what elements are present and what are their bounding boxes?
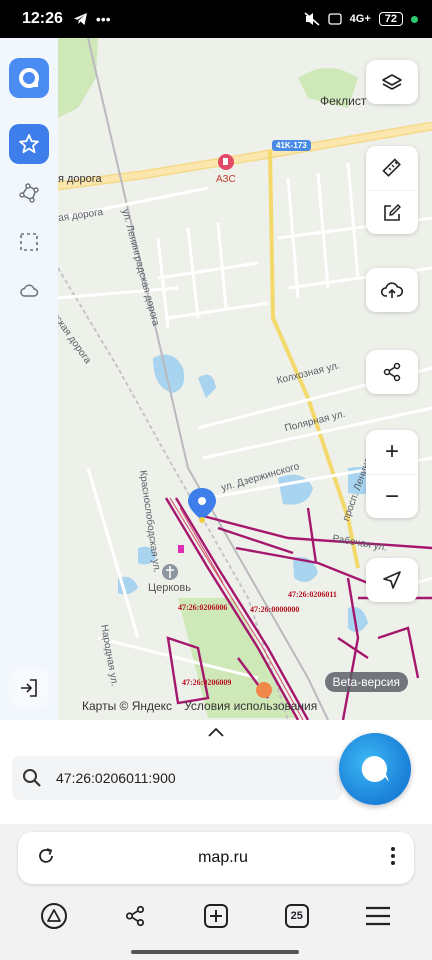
mute-icon (304, 12, 320, 26)
status-time: 12:26 (22, 10, 63, 27)
browser-nav: 25 (0, 898, 432, 934)
logout-icon (21, 679, 37, 697)
cloud-icon (20, 284, 39, 297)
layers-button[interactable] (366, 60, 418, 104)
locate-control (366, 558, 418, 602)
share-control (366, 350, 418, 394)
tools-control (366, 146, 418, 234)
share-icon (383, 362, 401, 382)
alice-button[interactable] (34, 898, 74, 934)
terms-link[interactable]: Условия использования (184, 699, 317, 713)
privacy-dot (411, 15, 418, 23)
sidebar (0, 38, 58, 720)
browser-menu-button[interactable] (390, 846, 396, 871)
upload-icon (380, 282, 404, 298)
home-indicator[interactable] (131, 950, 299, 954)
beta-badge: Beta-версия (324, 672, 408, 692)
logout-button[interactable] (9, 668, 49, 708)
search-icon (23, 769, 41, 787)
tabs-count: 25 (284, 904, 309, 928)
ruler-icon (382, 158, 401, 177)
battery-indicator: 72 (378, 12, 403, 26)
map-attribution: Карты © Яндекс Условия использования (82, 699, 317, 713)
sidebar-item-cloud[interactable] (9, 271, 49, 311)
zoom-out-button[interactable]: − (366, 474, 418, 518)
url-text[interactable]: map.ru (56, 849, 390, 867)
share-icon (126, 905, 145, 927)
polygon-icon (19, 183, 39, 203)
upload-button[interactable] (366, 268, 418, 312)
plus-square-icon (203, 904, 228, 928)
share-button[interactable] (366, 350, 418, 394)
dashed-square-icon (20, 233, 38, 251)
new-tab-button[interactable] (196, 898, 236, 934)
layers-icon (382, 74, 402, 90)
sidebar-item-favorites[interactable] (9, 124, 49, 164)
cadastral-label-3: 47:26:0000000 (250, 605, 300, 614)
zoom-control: + − (366, 430, 418, 518)
status-bar: 12:26 ••• 4G+ 72 (0, 0, 432, 38)
expand-sheet-button[interactable] (204, 726, 228, 742)
locate-icon (383, 571, 401, 589)
locate-button[interactable] (366, 558, 418, 602)
upload-control (366, 268, 418, 312)
browser-chrome: map.ru 25 (0, 824, 432, 960)
road-number-badge: 41K-173 (272, 140, 311, 151)
address-bar[interactable]: map.ru (18, 832, 414, 884)
chevron-up-icon (208, 727, 224, 737)
sidebar-item-selection[interactable] (9, 222, 49, 262)
chat-bubble-icon (361, 755, 389, 782)
edit-button[interactable] (366, 190, 418, 234)
logo-icon (19, 68, 39, 88)
layers-control[interactable] (366, 60, 418, 104)
search-input[interactable] (56, 770, 296, 786)
share-page-button[interactable] (115, 898, 155, 934)
alice-icon (41, 903, 68, 929)
kebab-menu-icon (391, 846, 395, 865)
more-notifications-icon: ••• (95, 11, 111, 27)
telegram-icon (73, 13, 87, 25)
reload-icon (39, 847, 53, 863)
map-label-church: Церковь (148, 582, 192, 594)
zoom-in-button[interactable]: + (366, 430, 418, 474)
search-box[interactable] (12, 756, 342, 800)
cadastral-label-4: 47:26:0206009 (182, 678, 232, 687)
app: Феклист 41K-173 АЗС я дорога ая дорога у… (0, 38, 432, 720)
star-icon (19, 134, 39, 154)
tabs-button[interactable]: 25 (277, 898, 317, 934)
ruler-button[interactable] (366, 146, 418, 190)
sidebar-item-polygon[interactable] (9, 173, 49, 213)
edit-icon (384, 203, 401, 221)
assistant-button[interactable] (339, 733, 411, 805)
copyright-text[interactable]: Карты © Яндекс (82, 699, 172, 713)
cadastral-label-1: 47:26:0206006 (178, 603, 228, 612)
map-label-gas-station: АЗС (216, 174, 236, 185)
hamburger-icon (365, 906, 390, 926)
reload-button[interactable] (36, 846, 56, 871)
map-label-road: я дорога (58, 173, 102, 185)
volte-icon (327, 13, 342, 25)
network-type: 4G+ (349, 13, 371, 25)
cadastral-label-2: 47:26:0206011 (288, 590, 337, 599)
map-label-feklistovo: Феклист (320, 94, 367, 108)
app-logo[interactable] (9, 58, 49, 98)
main-menu-button[interactable] (358, 898, 398, 934)
